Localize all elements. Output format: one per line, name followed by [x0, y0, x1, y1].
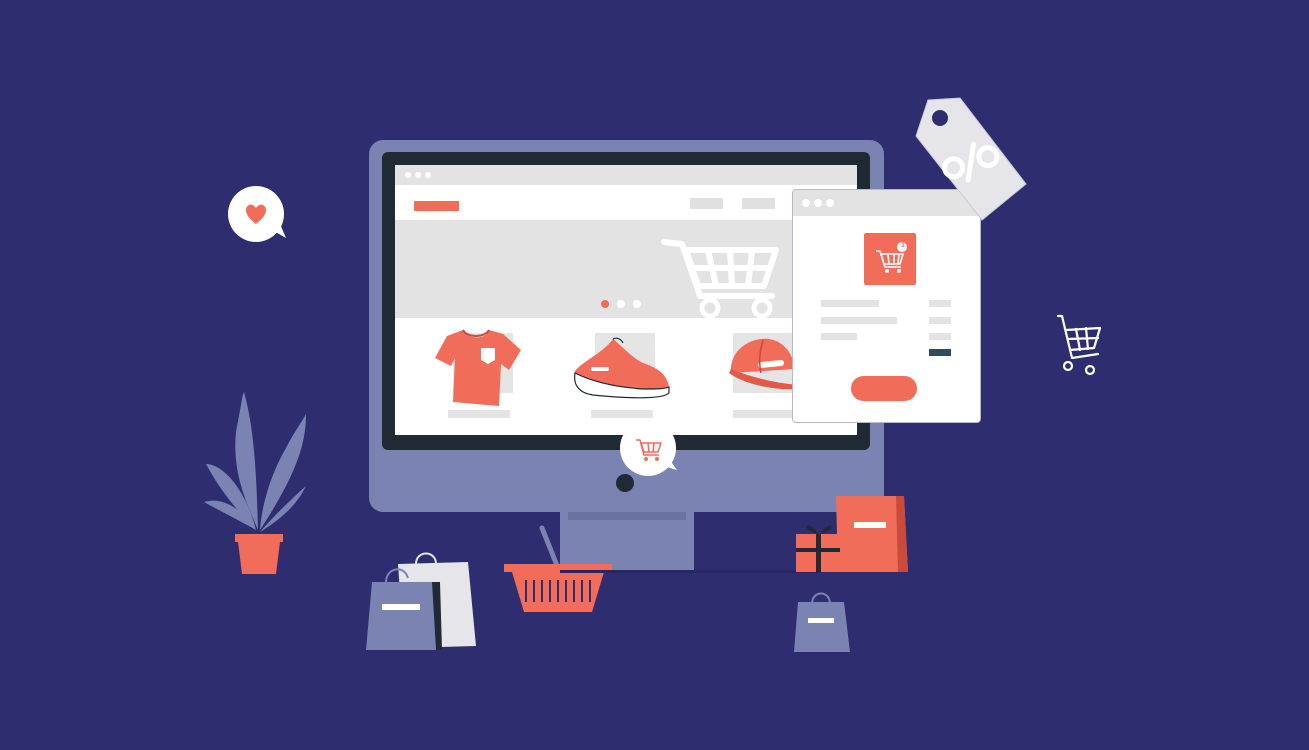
cart-chat-bubble[interactable]	[619, 420, 679, 478]
shopping-bag-right-icon	[794, 592, 850, 652]
window-dot	[425, 172, 431, 178]
cart-popup-window[interactable]: 1	[792, 189, 981, 423]
monitor-stand-shadow	[568, 512, 686, 520]
slider-dot-active[interactable]	[601, 300, 609, 308]
potted-plant-icon	[204, 392, 306, 574]
cart-price-placeholder	[929, 317, 951, 324]
monitor-screen	[395, 165, 857, 435]
cart-line-placeholder	[821, 317, 897, 324]
nav-link-placeholder[interactable]	[690, 198, 723, 209]
slider-dot[interactable]	[617, 300, 625, 308]
window-dot	[814, 199, 822, 207]
floor-line	[560, 570, 820, 573]
cart-price-placeholder	[929, 333, 951, 340]
shopping-cart-outline-icon	[1056, 314, 1102, 376]
t-shirt-icon[interactable]	[433, 326, 523, 408]
window-dot	[826, 199, 834, 207]
shopping-bags-left-icon	[366, 552, 476, 650]
heart-chat-bubble[interactable]	[228, 186, 288, 244]
cart-line-placeholder	[821, 300, 879, 307]
cart-price-placeholder	[929, 300, 951, 307]
cart-badge-count: 1	[901, 242, 905, 249]
product-name-placeholder	[448, 410, 510, 418]
popup-cart-tile[interactable]: 1	[864, 233, 916, 285]
hero-banner[interactable]	[395, 220, 857, 319]
nav-link-placeholder[interactable]	[742, 198, 775, 209]
cart-total-placeholder	[929, 349, 951, 356]
product-name-placeholder	[591, 410, 653, 418]
window-dot	[415, 172, 421, 178]
sneaker-icon[interactable]	[573, 333, 673, 403]
window-dot	[802, 199, 810, 207]
cart-line-placeholder	[821, 333, 857, 340]
discount-tag-icon	[915, 97, 1027, 221]
product-name-placeholder	[733, 410, 795, 418]
window-dot	[405, 172, 411, 178]
gift-boxes-icon	[796, 496, 908, 572]
slider-dot[interactable]	[633, 300, 641, 308]
site-logo-placeholder[interactable]	[414, 201, 459, 211]
hero-cart-icon	[661, 239, 779, 319]
checkout-button[interactable]	[851, 376, 917, 401]
browser-title-bar	[395, 165, 857, 185]
